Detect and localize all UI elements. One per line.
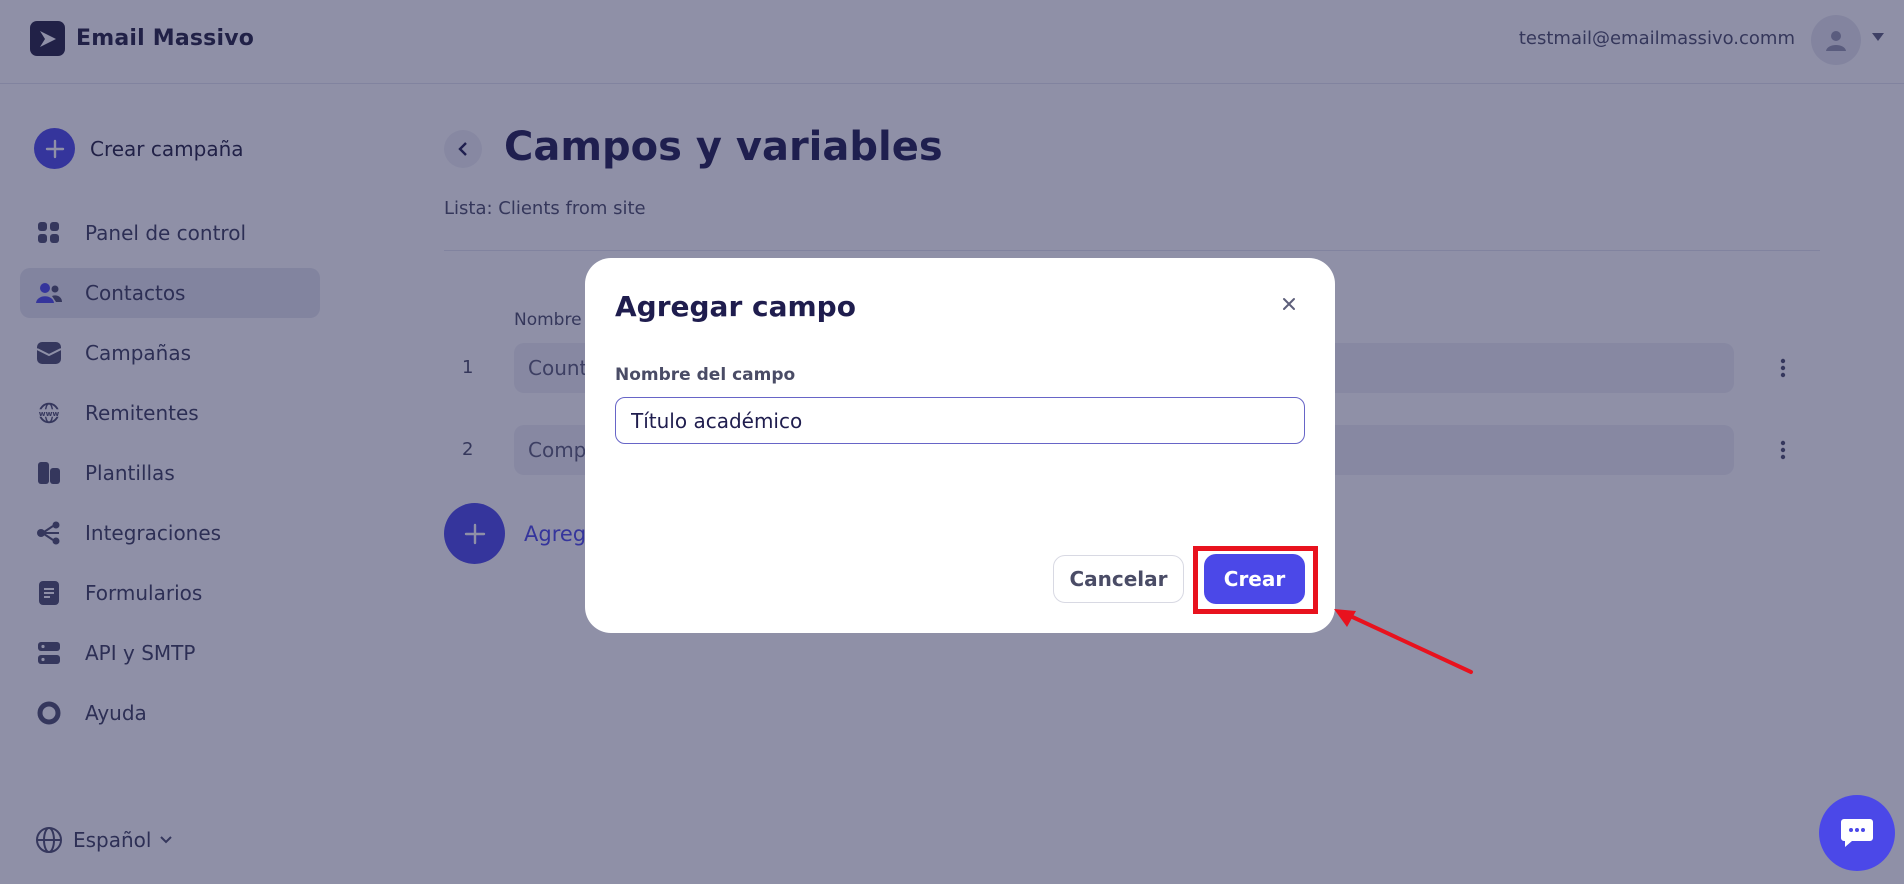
highlight-box xyxy=(1193,546,1318,614)
close-icon xyxy=(1283,298,1295,310)
modal-title: Agregar campo xyxy=(615,290,856,323)
close-button[interactable] xyxy=(1277,292,1301,316)
arrow-annotation-icon xyxy=(1334,609,1473,674)
chat-icon xyxy=(1841,819,1873,847)
field-name-input[interactable] xyxy=(615,397,1305,444)
chat-button[interactable] xyxy=(1819,795,1895,871)
cancel-button[interactable]: Cancelar xyxy=(1053,555,1184,603)
field-name-label: Nombre del campo xyxy=(615,365,796,385)
